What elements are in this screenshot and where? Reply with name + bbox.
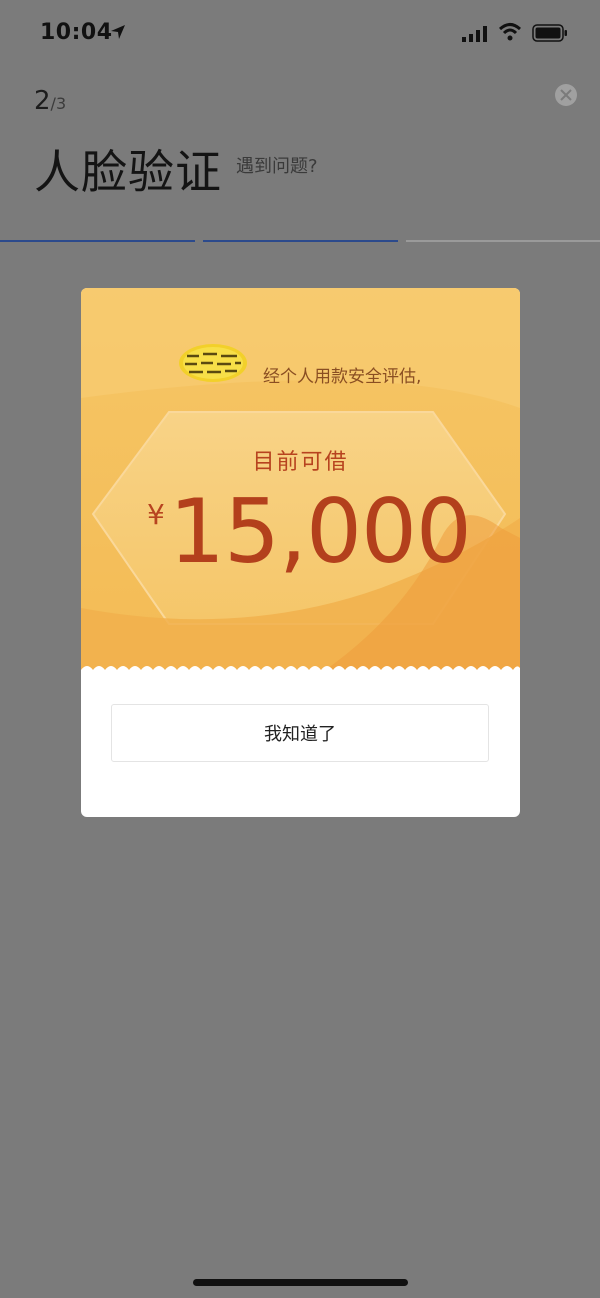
available-amount-label: 目前可借 bbox=[252, 450, 349, 475]
step-total: /3 bbox=[50, 94, 67, 113]
currency-symbol: ¥ bbox=[147, 498, 165, 531]
close-circle-icon bbox=[560, 89, 572, 101]
cellular-signal-icon bbox=[462, 26, 487, 42]
acknowledge-button[interactable]: 我知道了 bbox=[111, 704, 489, 762]
home-indicator[interactable] bbox=[193, 1279, 408, 1286]
badge-icon bbox=[179, 344, 247, 382]
available-amount: 15,000 bbox=[169, 480, 472, 583]
page-title: 人脸验证 bbox=[34, 145, 222, 199]
loan-amount-dialog: 经个人用款安全评估, 目前可借 ¥ 15,000 我知道了 bbox=[81, 288, 520, 817]
progress-step-2 bbox=[203, 240, 398, 242]
battery-icon bbox=[532, 24, 567, 42]
progress-step-1 bbox=[0, 240, 195, 242]
close-button[interactable] bbox=[555, 84, 577, 106]
progress-step-3 bbox=[406, 240, 600, 242]
help-link[interactable]: 遇到问题? bbox=[236, 152, 318, 178]
status-time: 10:04 bbox=[40, 20, 113, 45]
status-bar: 10:04 bbox=[0, 0, 600, 66]
step-current: 2 bbox=[34, 86, 51, 116]
dialog-card-top: 经个人用款安全评估, 目前可借 ¥ 15,000 bbox=[81, 288, 520, 673]
step-indicator: 2/3 bbox=[34, 86, 66, 116]
wifi-icon bbox=[498, 23, 522, 41]
dialog-subtitle: 经个人用款安全评估, bbox=[263, 367, 422, 387]
location-arrow-icon bbox=[111, 25, 125, 39]
